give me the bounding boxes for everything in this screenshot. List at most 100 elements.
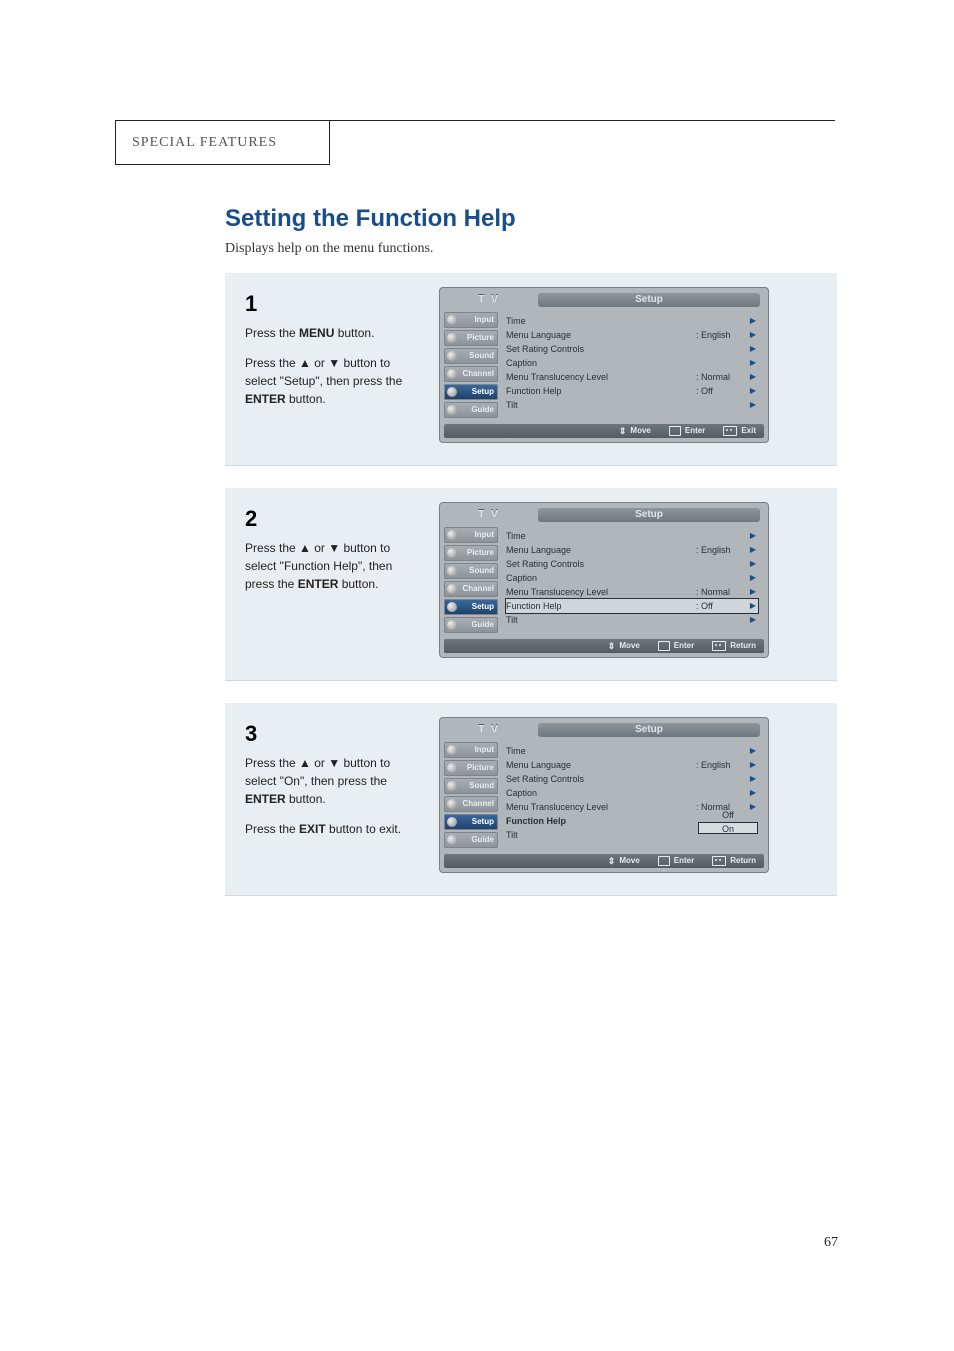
step-number: 1 [245,287,415,320]
osd-row-label: Set Rating Controls [506,772,696,786]
osd-sidebar: InputPictureSoundChannelSetupGuide [444,740,498,850]
osd-row: Set Rating Controls▶ [506,557,758,571]
text-run: button. [286,392,326,406]
osd-tab-icon [447,351,457,361]
step-block: 3Press the ▲ or ▼ button to select "On",… [225,703,837,896]
osd-tab-icon [447,584,457,594]
section-header-box: SPECIAL FEATURES [115,120,330,165]
osd-footer-hint-label: Move [630,424,650,438]
osd-row-label: Menu Language [506,543,696,557]
osd-tab-icon [447,566,457,576]
osd-tab-icon [447,745,457,755]
osd-footer-hint: Return [712,854,756,868]
triangle-right-icon: ▶ [748,543,758,557]
osd-row-value: : Normal [696,585,748,599]
osd-tab-channel: Channel [444,581,498,597]
triangle-right-icon: ▶ [748,529,758,543]
osd-row-label: Function Help [506,814,698,828]
osd-row: Menu Language: English▶ [506,543,758,557]
osd-row-label: Tilt [506,613,696,627]
step-paragraph: Press the EXIT button to exit. [245,820,415,838]
osd-tab-icon [447,799,457,809]
osd-row-value: : English [696,543,748,557]
osd-tab-label: Guide [471,620,494,629]
osd-row: Caption▶ [506,786,758,800]
updown-icon [608,639,616,654]
osd-tab-picture: Picture [444,545,498,561]
osd-row-label: Menu Language [506,328,696,342]
osd-tab-picture: Picture [444,330,498,346]
osd-tab-label: Sound [469,566,494,575]
osd-row-label: Tilt [506,398,696,412]
osd-row-label: Caption [506,571,696,585]
osd-row: Set Rating Controls▶ [506,342,758,356]
enter-icon [658,641,670,651]
osd-row: Tilt▶ [506,398,758,412]
osd-tab-label: Picture [467,333,494,342]
osd-row-value: : English [696,328,748,342]
osd-footer: MoveEnterReturn [444,639,764,653]
osd-tab-label: Channel [462,584,494,593]
osd-row-label: Menu Language [506,758,696,772]
triangle-right-icon: ▶ [748,772,758,786]
osd-row: Time▶ [506,529,758,543]
osd-row: Time▶ [506,744,758,758]
triangle-right-icon: ▶ [748,744,758,758]
page-title: Setting the Function Help [225,205,837,233]
osd-tab-label: Setup [472,602,494,611]
osd-row: Function Help: Off▶ [506,384,758,398]
osd-body: InputPictureSoundChannelSetupGuideTime▶M… [444,740,764,850]
osd-tab-input: Input [444,742,498,758]
osd-screenshot: T VSetupInputPictureSoundChannelSetupGui… [439,717,769,873]
osd-tab-label: Guide [471,835,494,844]
step-block: 2Press the ▲ or ▼ button to select "Func… [225,488,837,681]
osd-row: Caption ▶ [506,356,758,370]
osd-title: Setup [538,723,760,737]
osd-row: Menu Language: English▶ [506,758,758,772]
bold-keyword: ENTER [245,392,286,406]
osd-tab-setup: Setup [444,814,498,830]
osd-row: Menu Translucency Level: Normal▶ [506,585,758,599]
osd-tab-label: Channel [462,369,494,378]
triangle-right-icon: ▶ [748,585,758,599]
step-block: 1Press the MENU button.Press the ▲ or ▼ … [225,273,837,466]
triangle-right-icon: ▶ [748,758,758,772]
triangle-right-icon: ▶ [748,786,758,800]
osd-footer-hint: Enter [669,424,705,438]
osd-titlebar: T VSetup [444,722,764,738]
page-content: Setting the Function Help Displays help … [225,205,837,918]
osd-list: Time▶Menu Language: English▶Set Rating C… [498,525,764,635]
page-intro: Displays help on the menu functions. [225,241,837,257]
enter-icon [669,426,681,436]
osd-tab-channel: Channel [444,796,498,812]
osd-tab-icon [447,781,457,791]
osd-tab-icon [447,817,457,827]
osd-tab-label: Input [474,530,494,539]
text-run: button. [338,577,378,591]
triangle-right-icon: ▶ [748,314,758,328]
osd-sidebar: Input Picture Sound Channel Setup Guide [444,525,498,635]
osd-row-label: Caption [506,356,696,370]
page-number: 67 [824,1235,838,1251]
osd-tab-input: Input [444,527,498,543]
triangle-right-icon: ▶ [748,384,758,398]
osd-title: Setup [538,293,760,307]
triangle-right-icon: ▶ [748,356,758,370]
osd-footer-hint-label: Enter [674,639,694,653]
triangle-right-icon: ▶ [748,342,758,356]
osd-tab-icon [447,387,457,397]
step-paragraph: Press the ▲ or ▼ button to select "Funct… [245,539,415,593]
step-instructions: 1Press the MENU button.Press the ▲ or ▼ … [245,287,415,443]
menu-icon [712,856,726,866]
osd-row-label: Time [506,314,696,328]
osd-tab-icon [447,602,457,612]
osd-tab-channel: Channel [444,366,498,382]
osd-footer-hint-label: Return [730,854,756,868]
osd-row-label: Set Rating Controls [506,557,696,571]
bold-keyword: EXIT [299,822,326,836]
osd-tab-input: Input [444,312,498,328]
step-instructions: 2Press the ▲ or ▼ button to select "Func… [245,502,415,658]
osd-tab-label: Picture [467,548,494,557]
osd-tab-label: Picture [467,763,494,772]
text-run: Press the [245,822,299,836]
